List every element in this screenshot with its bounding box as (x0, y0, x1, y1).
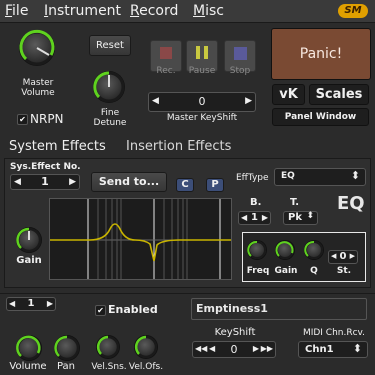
copy-button[interactable]: C (176, 178, 194, 192)
part-right-arrow-icon[interactable]: ▶ (47, 299, 53, 308)
stages-label: St. (336, 266, 352, 276)
fine-detune-label: Fine Detune (93, 108, 127, 128)
master-keyshift-spinner[interactable]: ◀ 0 ▶ (148, 92, 256, 112)
band-label: B. (250, 197, 262, 208)
menu-instrument[interactable]: Instrument (44, 3, 121, 19)
reset-button[interactable]: Reset (89, 35, 131, 56)
menu-bar: File Instrument Record Misc SM (0, 0, 375, 23)
sm-logo-badge: SM (338, 4, 368, 18)
band-gain-label: Gain (274, 266, 298, 276)
section-divider (0, 293, 375, 294)
master-volume-knob[interactable] (19, 29, 55, 66)
midi-channel-label: MIDI Chn.Rcv. (302, 328, 366, 338)
band-right-arrow-icon[interactable]: ▶ (262, 213, 268, 222)
part-keyshift-label: KeyShift (214, 327, 256, 338)
tab-system-effects[interactable]: System Effects (9, 139, 106, 154)
band-gain-knob[interactable] (275, 241, 294, 259)
pause-label: Pause (188, 66, 216, 76)
menu-file[interactable]: File (5, 3, 28, 19)
panic-button[interactable]: Panic! (271, 28, 371, 80)
band-spinner[interactable]: ◀ 1 ▶ (238, 211, 271, 225)
send-to-button[interactable]: Send to... (91, 172, 167, 192)
part-name-value: Emptiness1 (196, 302, 268, 315)
stages-spinner[interactable]: ◀ 0 ▶ (328, 250, 358, 264)
type-dropdown[interactable]: Pk ⬍ (283, 211, 318, 225)
velocity-offset-label: Vel.Ofs. (128, 362, 164, 372)
enabled-label: Enabled (108, 303, 158, 316)
velocity-sense-knob[interactable] (96, 335, 120, 359)
scales-button[interactable]: Scales (309, 84, 369, 105)
sys-effect-no-label: Sys.Effect No. (10, 162, 81, 172)
nrpn-label: NRPN (30, 112, 64, 126)
vk-button[interactable]: vK (272, 84, 305, 105)
keyshift-step-right-icon[interactable]: ▶ (253, 344, 259, 353)
pan-knob[interactable] (54, 335, 80, 361)
effect-gain-knob[interactable] (16, 227, 42, 253)
midi-dropdown-arrows-icon: ⬍ (352, 342, 362, 355)
effect-gain-label: Gain (16, 255, 42, 266)
master-keyshift-value: 0 (198, 95, 206, 108)
pan-label: Pan (56, 361, 76, 372)
type-label: T. (290, 197, 300, 208)
volume-knob[interactable] (16, 335, 42, 361)
q-knob[interactable] (304, 240, 323, 259)
sys-effect-no-spinner[interactable]: ◀ 1 ▶ (10, 174, 80, 190)
efftype-value: EQ (281, 171, 295, 181)
type-value: Pk (288, 212, 302, 223)
effect-no-right-arrow-icon[interactable]: ▶ (69, 177, 76, 187)
volume-label: Volume (9, 361, 47, 372)
panel-window-button[interactable]: Panel Window (272, 108, 369, 126)
dropdown-arrows-icon: ⬍ (350, 169, 360, 182)
part-number-spinner[interactable]: ◀ 1 ▶ (6, 297, 56, 311)
keyshift-fast-right-icon[interactable]: ▶▶ (261, 344, 273, 353)
velocity-sense-label: Vel.Sns. (91, 362, 127, 372)
freq-label: Freq (246, 266, 270, 276)
stop-label: Stop (229, 66, 251, 76)
eq-curve-svg (50, 199, 231, 279)
stages-right-arrow-icon[interactable]: ▶ (350, 252, 355, 260)
menu-record[interactable]: Record (130, 3, 178, 19)
part-keyshift-spinner[interactable]: ◀◀ ◀ 0 ▶ ▶▶ (192, 341, 276, 358)
efftype-dropdown[interactable]: EQ ⬍ (274, 168, 366, 186)
efftype-label: EffType (236, 173, 269, 183)
type-dropdown-arrows-icon: ⬍ (306, 211, 314, 221)
menu-misc[interactable]: Misc (193, 3, 224, 19)
paste-button[interactable]: P (206, 178, 224, 192)
rec-label: Rec. (156, 66, 176, 76)
midi-channel-value: Chn1 (305, 344, 334, 355)
part-name-field[interactable]: Emptiness1 (191, 298, 367, 320)
eq-graph (49, 198, 232, 280)
master-keyshift-label: Master KeyShift (166, 113, 238, 123)
q-label: Q (310, 266, 318, 276)
midi-channel-dropdown[interactable]: Chn1 ⬍ (298, 341, 368, 358)
nrpn-checkbox[interactable]: ✔ (17, 114, 28, 125)
effect-title: EQ (337, 193, 365, 214)
velocity-offset-knob[interactable] (134, 335, 158, 359)
fine-detune-knob[interactable] (93, 71, 125, 103)
enabled-checkbox[interactable]: ✔ (95, 305, 106, 316)
master-volume-label: Master Volume (21, 78, 55, 98)
tab-insertion-effects[interactable]: Insertion Effects (126, 139, 231, 154)
freq-knob[interactable] (247, 240, 266, 259)
keyshift-right-arrow-icon[interactable]: ▶ (245, 96, 252, 106)
